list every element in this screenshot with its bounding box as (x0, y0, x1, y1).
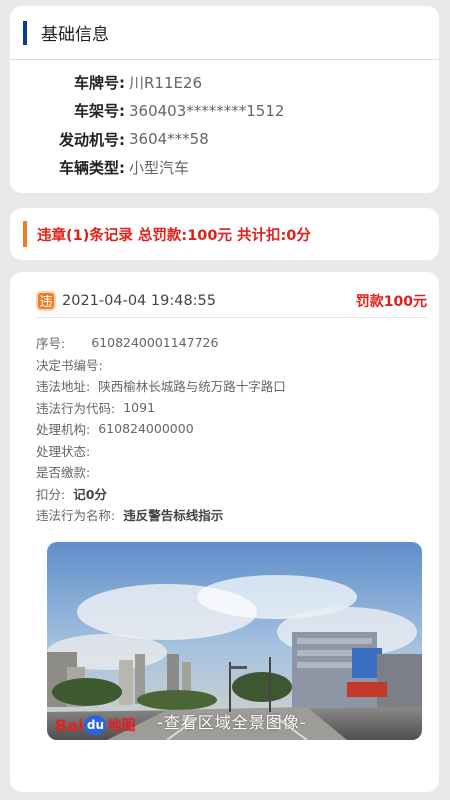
agency-value: 610824000000 (98, 421, 194, 437)
seq-label: 序号: (36, 336, 66, 352)
basic-info-header: 基础信息 (10, 6, 439, 60)
basic-info-list: 车牌号: 川R11E26 车架号: 360403********1512 发动机… (10, 60, 439, 182)
status-label: 处理状态: (36, 443, 91, 459)
baidu-paw-icon: du (84, 715, 107, 735)
baidu-logo-bai: Bai (55, 715, 84, 735)
plate-value: 川R11E26 (129, 73, 203, 92)
vin-row: 车架号: 360403********1512 (10, 97, 439, 126)
detail-row-address: 违法地址: 陕西榆林长城路与统万路十字路口 (36, 375, 427, 397)
vin-value: 360403********1512 (129, 101, 285, 120)
summary-accent-bar (23, 221, 27, 247)
vehicle-type-value: 小型汽车 (129, 159, 190, 178)
decision-label: 决定书编号: (36, 357, 103, 373)
detail-row-name: 违法行为名称: 违反警告标线指示 (36, 504, 427, 526)
detail-row-status: 处理状态: (36, 440, 427, 462)
points-label: 扣分: (36, 486, 66, 502)
header-accent-bar (23, 20, 27, 45)
violation-name-value: 违反警告标线指示 (123, 508, 224, 524)
basic-info-title: 基础信息 (41, 25, 109, 45)
vin-label: 车架号: (74, 102, 125, 121)
engine-value: 3604***58 (129, 130, 209, 149)
detail-row-code: 违法行为代码: 1091 (36, 397, 427, 419)
detail-row-paid: 是否缴款: (36, 461, 427, 483)
paid-label: 是否缴款: (36, 465, 91, 481)
basic-info-card: 基础信息 车牌号: 川R11E26 车架号: 360403********151… (10, 6, 439, 193)
violation-icon: 违 (36, 290, 56, 311)
detail-row-points: 扣分: 记0分 (36, 483, 427, 505)
panorama-caption: -查看区域全景图像- (157, 713, 307, 732)
record-detail-list: 序号: 6108240001147726 决定书编号: 违法地址: 陕西榆林长城… (36, 332, 427, 526)
record-datetime: 2021-04-04 19:48:55 (62, 292, 216, 309)
code-value: 1091 (123, 399, 156, 415)
detail-row-seq: 序号: 6108240001147726 (36, 332, 427, 354)
baidu-map-logo: Bai du 地图 (55, 715, 135, 735)
record-fine: 罚款100元 (355, 293, 427, 310)
detail-row-agency: 处理机构: 610824000000 (36, 418, 427, 440)
violation-summary-text: 违章(1)条记录 总罚款:100元 共计扣:0分 (37, 227, 311, 244)
record-header: 违 2021-04-04 19:48:55 罚款100元 (36, 284, 427, 318)
detail-row-decision: 决定书编号: (36, 354, 427, 376)
violation-record-card[interactable]: 违 2021-04-04 19:48:55 罚款100元 序号: 6108240… (10, 272, 439, 792)
address-label: 违法地址: (36, 379, 91, 395)
vehicle-type-label: 车辆类型: (59, 159, 125, 178)
vehicle-type-row: 车辆类型: 小型汽车 (10, 154, 439, 183)
violation-summary-card: 违章(1)条记录 总罚款:100元 共计扣:0分 (10, 208, 439, 260)
violation-name-label: 违法行为名称: (36, 508, 116, 524)
baidu-logo-map: 地图 (107, 718, 136, 734)
engine-label: 发动机号: (59, 130, 125, 149)
engine-row: 发动机号: 3604***58 (10, 125, 439, 154)
plate-label: 车牌号: (74, 73, 125, 92)
code-label: 违法行为代码: (36, 400, 116, 416)
agency-label: 处理机构: (36, 422, 91, 438)
address-value: 陕西榆林长城路与统万路十字路口 (98, 379, 286, 395)
points-value: 记0分 (73, 486, 107, 502)
plate-row: 车牌号: 川R11E26 (10, 68, 439, 97)
seq-value: 6108240001147726 (91, 335, 219, 351)
panorama-image-button[interactable]: Bai du 地图 -查看区域全景图像- (47, 542, 422, 740)
